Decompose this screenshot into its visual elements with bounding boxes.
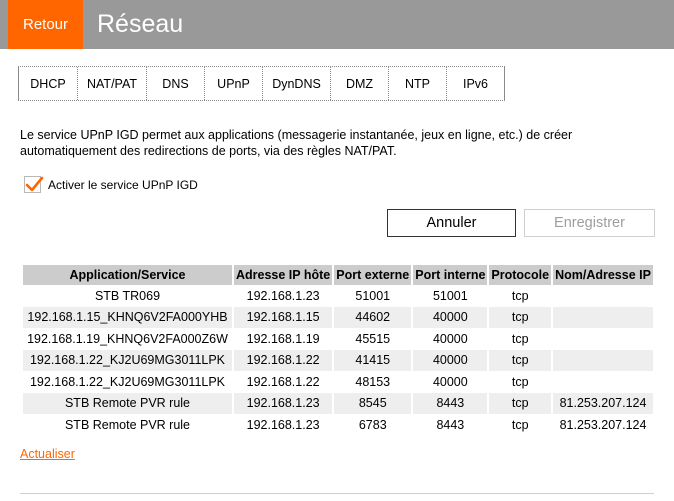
cell-protocol: tcp	[489, 306, 552, 328]
tab-dhcp[interactable]: DHCP	[19, 67, 78, 100]
tab-dyndns[interactable]: DynDNS	[263, 67, 331, 100]
cell-host-ip: 192.168.1.22	[246, 374, 320, 389]
cell-application: STB TR069	[94, 288, 161, 303]
cell-name-ip	[553, 285, 653, 307]
col-header-protocol: Protocole	[489, 265, 552, 285]
enable-upnp-row: Activer le service UPnP IGD	[24, 176, 198, 193]
cell-application: STB Remote PVR rule	[64, 417, 191, 432]
tab-ntp[interactable]: NTP	[389, 67, 447, 100]
cancel-button[interactable]: Annuler	[387, 209, 516, 237]
cell-host-ip: 192.168.1.23	[246, 288, 320, 303]
cell-application: 192.168.1.22_KJ2U69MG3011LPK	[23, 349, 232, 371]
cell-name-ip	[553, 349, 653, 371]
intro-text: Le service UPnP IGD permet aux applicati…	[20, 128, 573, 158]
header-bar: Retour Réseau	[0, 0, 674, 49]
cell-external-port: 41415	[334, 349, 412, 371]
cell-protocol: tcp	[511, 331, 529, 346]
cell-host-ip: 192.168.1.22	[234, 349, 333, 371]
cell-host-ip: 192.168.1.23	[246, 417, 320, 432]
col-header-external-port: Port externe	[334, 265, 412, 285]
cell-internal-port: 40000	[432, 374, 468, 389]
save-button[interactable]: Enregistrer	[524, 209, 655, 237]
enable-upnp-label: Activer le service UPnP IGD	[48, 177, 198, 192]
cell-host-ip: 192.168.1.19	[246, 331, 320, 346]
cell-internal-port: 8443	[413, 392, 488, 414]
cell-protocol: tcp	[489, 392, 552, 414]
bottom-divider	[20, 493, 654, 494]
table-row: 192.168.1.15_KHNQ6V2FA000YHB 192.168.1.1…	[23, 306, 653, 328]
cell-application: 192.168.1.19_KHNQ6V2FA000Z6W	[27, 331, 228, 346]
table-row: STB TR069 192.168.1.23 51001 51001 tcp	[23, 285, 653, 307]
tab-dns[interactable]: DNS	[147, 67, 205, 100]
cell-name-ip: 81.253.207.124	[553, 392, 653, 414]
cell-name-ip	[553, 306, 653, 328]
cell-external-port: 8545	[334, 392, 412, 414]
tab-upnp[interactable]: UPnP	[205, 67, 263, 100]
cell-name-ip: 81.253.207.124	[559, 417, 647, 432]
cell-protocol: tcp	[511, 417, 529, 432]
table-row: STB Remote PVR rule 192.168.1.23 6783 84…	[23, 414, 653, 436]
tab-bar: DHCP NAT/PAT DNS UPnP DynDNS DMZ NTP IPv…	[18, 66, 505, 101]
table-header-row: Application/Service Adresse IP hôte Port…	[23, 265, 653, 285]
cell-protocol: tcp	[511, 374, 529, 389]
cell-application: 192.168.1.22_KJ2U69MG3011LPK	[29, 374, 226, 389]
cell-host-ip: 192.168.1.15	[234, 306, 333, 328]
table-row: 192.168.1.22_KJ2U69MG3011LPK 192.168.1.2…	[23, 371, 653, 393]
cell-external-port: 48153	[355, 374, 391, 389]
table-row: 192.168.1.22_KJ2U69MG3011LPK 192.168.1.2…	[23, 349, 653, 371]
cell-external-port: 51001	[355, 288, 391, 303]
enable-upnp-checkbox[interactable]	[24, 176, 44, 193]
cell-name-ip	[553, 371, 653, 393]
cell-name-ip	[553, 328, 653, 350]
table-row: 192.168.1.19_KHNQ6V2FA000Z6W 192.168.1.1…	[23, 328, 653, 350]
tab-nat-pat[interactable]: NAT/PAT	[78, 67, 147, 100]
upnp-rules-table: Application/Service Adresse IP hôte Port…	[21, 265, 655, 436]
cell-protocol: tcp	[489, 349, 552, 371]
cell-external-port: 6783	[358, 417, 387, 432]
page-title: Réseau	[97, 10, 184, 38]
back-button[interactable]: Retour	[8, 0, 83, 49]
cell-protocol: tcp	[511, 288, 529, 303]
cell-host-ip: 192.168.1.23	[234, 392, 333, 414]
cell-internal-port: 51001	[432, 288, 468, 303]
cell-external-port: 45515	[355, 331, 391, 346]
col-header-application: Application/Service	[23, 265, 232, 285]
col-header-host-ip: Adresse IP hôte	[234, 265, 333, 285]
col-header-name-ip: Nom/Adresse IP	[553, 265, 653, 285]
cell-application: 192.168.1.15_KHNQ6V2FA000YHB	[23, 306, 232, 328]
table-row: STB Remote PVR rule 192.168.1.23 8545 84…	[23, 392, 653, 414]
cell-internal-port: 40000	[413, 349, 488, 371]
cell-internal-port: 8443	[436, 417, 465, 432]
col-header-internal-port: Port interne	[413, 265, 488, 285]
tab-ipv6[interactable]: IPv6	[447, 67, 504, 100]
tab-dmz[interactable]: DMZ	[331, 67, 389, 100]
refresh-link[interactable]: Actualiser	[20, 447, 75, 461]
cell-external-port: 44602	[334, 306, 412, 328]
cell-internal-port: 40000	[432, 331, 468, 346]
cell-application: STB Remote PVR rule	[23, 392, 232, 414]
checkmark-icon	[25, 176, 44, 192]
cell-internal-port: 40000	[413, 306, 488, 328]
